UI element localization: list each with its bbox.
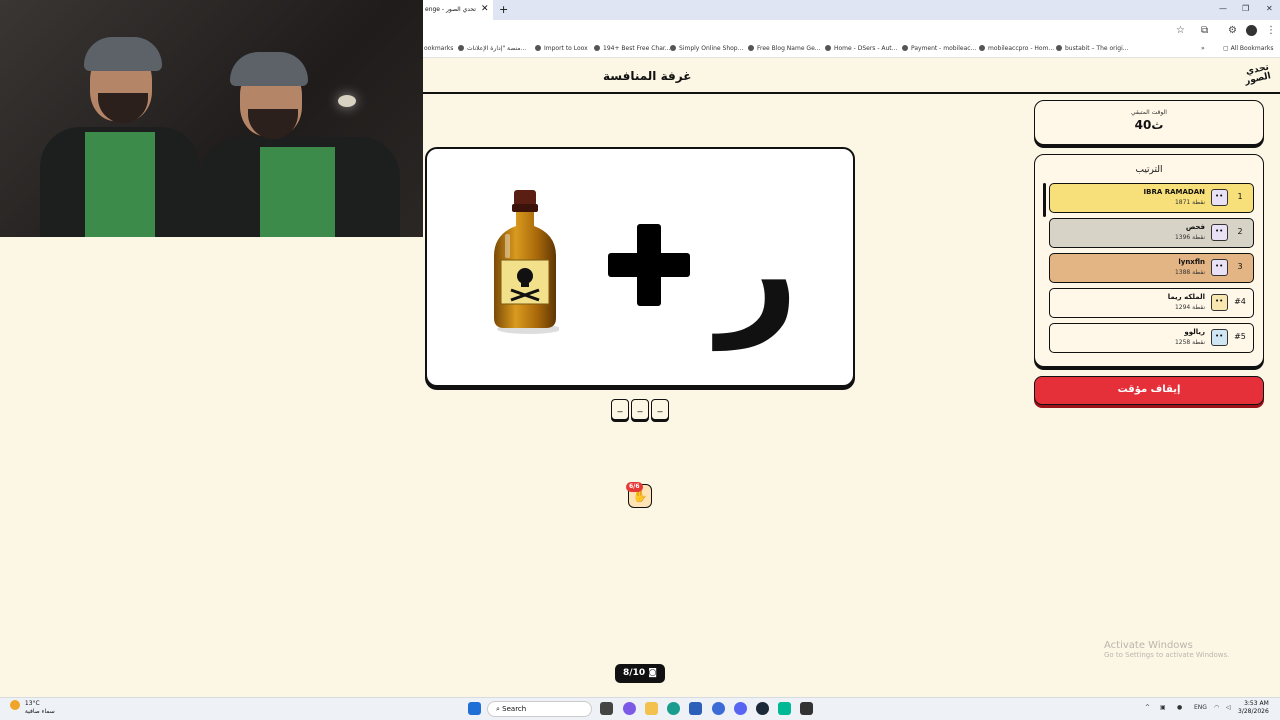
start-icon[interactable] (468, 702, 481, 715)
ranking-row[interactable]: 2 فحص 1396 نقطة (1049, 218, 1254, 248)
sun-icon (10, 700, 20, 710)
avatar (1211, 189, 1228, 206)
close-window-icon[interactable]: ✕ (1266, 4, 1273, 13)
player-name: IBRA RAMADAN (1143, 188, 1205, 196)
bookmark-item[interactable]: bustabit – The origi... (1056, 45, 1128, 52)
extensions-icon[interactable]: ⧉ (1201, 25, 1208, 36)
avatar (1211, 259, 1228, 276)
player-score: 1294 نقطة (1174, 304, 1205, 311)
wifi-icon[interactable]: ◠ (1214, 704, 1219, 711)
question-counter: 8/10 ◙ (615, 664, 665, 683)
player-name: الملكه ريما (1167, 293, 1205, 301)
ranking-row[interactable]: #5 ريالوو 1258 نقطة (1049, 323, 1254, 353)
plus-icon (608, 224, 690, 306)
timer-panel: الوقت المتبقي 40ث (1034, 100, 1264, 145)
language-indicator[interactable]: ENG (1194, 704, 1207, 711)
restore-icon[interactable]: ❐ (1242, 4, 1249, 13)
taskbar-search[interactable]: ⌕ Search (487, 701, 592, 717)
player-score: 1388 نقطة (1174, 269, 1205, 276)
player-name: ريالوو (1184, 328, 1205, 336)
app-icon[interactable] (778, 702, 791, 715)
avatar (1211, 224, 1228, 241)
close-tab-icon[interactable]: ✕ (481, 4, 489, 14)
answer-slots: _ _ _ (611, 399, 669, 420)
store-icon[interactable] (689, 702, 702, 715)
ranking-scrollbar[interactable] (1043, 183, 1046, 217)
tab-strip (423, 0, 1280, 20)
activate-windows-watermark: Activate Windows Go to Settings to activ… (1104, 640, 1230, 659)
rank-position: #4 (1234, 297, 1246, 306)
answer-slot[interactable]: _ (631, 399, 649, 420)
rank-position: 1 (1237, 192, 1243, 201)
edge-icon[interactable] (667, 702, 680, 715)
answer-slot[interactable]: _ (651, 399, 669, 420)
answer-slot[interactable]: _ (611, 399, 629, 420)
avatar (1211, 329, 1228, 346)
rank-position: #5 (1234, 332, 1246, 341)
tab-title: enge - تحدي الصور (425, 6, 476, 13)
file-explorer-icon[interactable] (645, 702, 658, 715)
menu-icon[interactable]: ⋮ (1266, 25, 1276, 36)
weather-widget[interactable]: 13°C سماء صافية (10, 700, 55, 716)
page-title: غرفة المنافسة (603, 69, 692, 83)
webcam-overlay (0, 0, 423, 237)
streamer-right (200, 37, 420, 237)
timer-label: الوقت المتبقي (1131, 109, 1167, 116)
bookmark-item[interactable]: 194+ Best Free Char... (594, 45, 671, 52)
bookmarks-overflow-icon[interactable]: » (1201, 45, 1205, 52)
discord-icon[interactable] (734, 702, 747, 715)
bookmark-item[interactable]: ookmarks (424, 45, 453, 52)
bookmark-item[interactable]: Home - DSers - Aut... (825, 45, 897, 52)
clock[interactable]: 3:53 AM 3/28/2026 (1238, 700, 1269, 716)
star-icon[interactable]: ☆ (1176, 25, 1185, 36)
hint-count-badge: 6/6 (626, 482, 643, 492)
mic-icon[interactable]: ● (1177, 704, 1182, 711)
timer-value: 40ث (1134, 118, 1164, 132)
bookmark-item[interactable]: Import to Loox (535, 45, 588, 52)
rank-position: 2 (1237, 227, 1243, 236)
arabic-letter: ر (718, 188, 799, 351)
ranking-row[interactable]: #4 الملكه ريما 1294 نقطة (1049, 288, 1254, 318)
poison-bottle-icon (494, 190, 559, 334)
app-icon[interactable] (800, 702, 813, 715)
bookmark-item[interactable]: Payment - mobileac... (902, 45, 976, 52)
steam-icon[interactable] (756, 702, 769, 715)
ranking-row[interactable]: 1 IBRA RAMADAN 1871 نقطة (1049, 183, 1254, 213)
ranking-title: الترتيب (1135, 165, 1163, 175)
profile-avatar[interactable] (1246, 25, 1257, 36)
player-name: lynxfln (1178, 258, 1205, 266)
player-score: 1258 نقطة (1174, 339, 1205, 346)
avatar (1211, 294, 1228, 311)
page-header (423, 58, 1280, 94)
all-bookmarks[interactable]: ▢ All Bookmarks (1223, 45, 1273, 52)
bookmark-item[interactable]: mobileaccpro - Hom... (979, 45, 1054, 52)
new-tab-button[interactable]: + (499, 3, 508, 16)
bookmark-item[interactable]: منصة "إدارة الإعلانات... (458, 45, 526, 52)
task-view-icon[interactable] (600, 702, 613, 715)
pause-timer-button[interactable]: إيقاف مؤقت (1034, 376, 1264, 405)
copilot-icon[interactable] (623, 702, 636, 715)
chrome-icon[interactable] (712, 702, 725, 715)
taskbar (0, 697, 1280, 720)
player-name: فحص (1185, 223, 1205, 231)
minimize-icon[interactable]: — (1219, 4, 1227, 13)
ranking-row[interactable]: 3 lynxfln 1388 نقطة (1049, 253, 1254, 283)
bookmark-item[interactable]: Free Blog Name Ge... (748, 45, 820, 52)
volume-icon[interactable]: ◁ (1226, 704, 1231, 711)
rank-position: 3 (1237, 262, 1243, 271)
bookmark-item[interactable]: Simply Online Shop... (670, 45, 743, 52)
streamer-left (20, 37, 200, 237)
extension-icon[interactable]: ⚙ (1228, 25, 1237, 36)
player-score: 1396 نقطة (1174, 234, 1205, 241)
tray-overflow-icon[interactable]: ^ (1145, 704, 1150, 711)
network-icon[interactable]: ▣ (1160, 704, 1166, 711)
address-bar[interactable] (423, 20, 1280, 42)
player-score: 1871 نقطة (1174, 199, 1205, 206)
